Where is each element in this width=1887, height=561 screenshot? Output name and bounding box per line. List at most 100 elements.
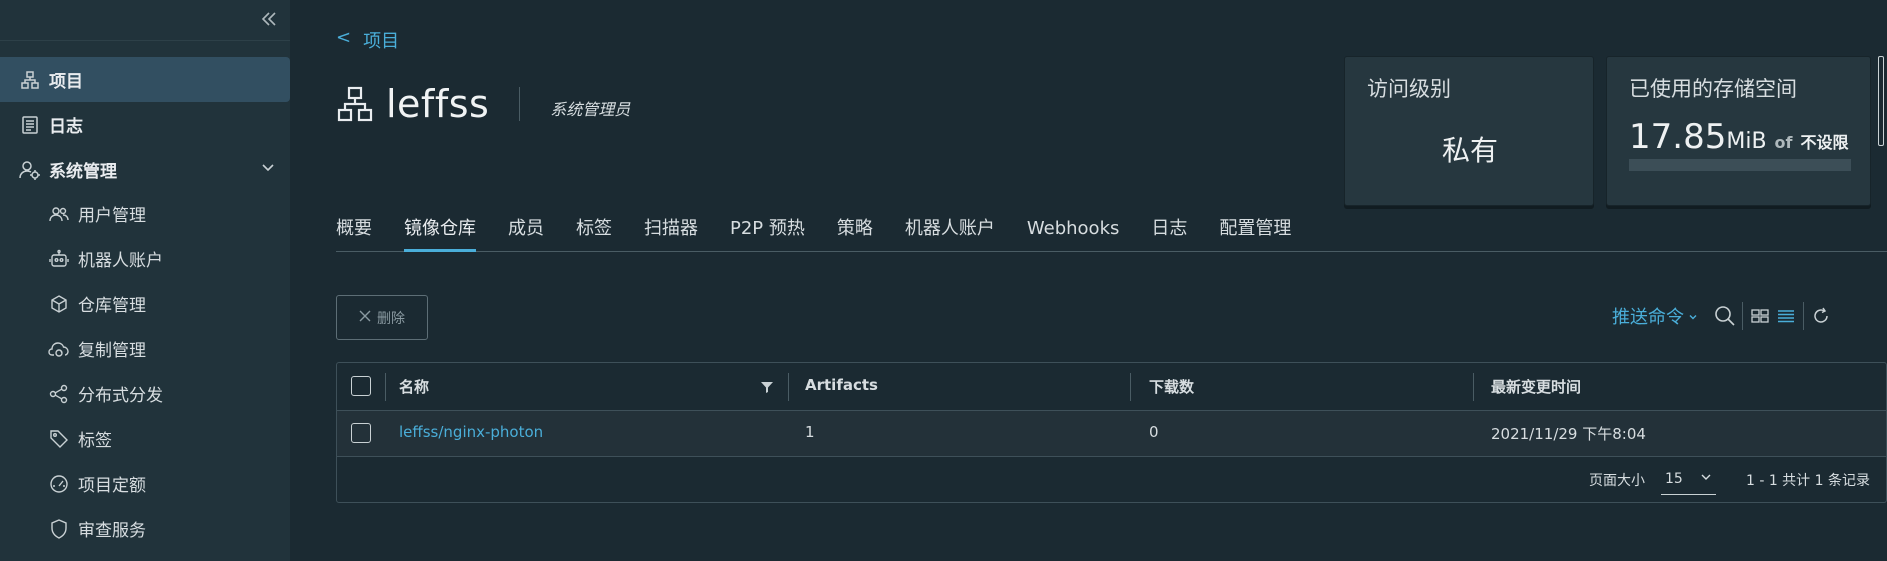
access-level-title: 访问级别 bbox=[1367, 77, 1451, 101]
tab-scanner[interactable]: 扫描器 bbox=[644, 216, 698, 251]
list-view-icon[interactable] bbox=[1773, 303, 1799, 329]
users-icon bbox=[48, 203, 70, 225]
sidebar-item-distributions[interactable]: 分布式分发 bbox=[0, 371, 290, 416]
share-icon bbox=[48, 383, 70, 405]
sidebar-item-logs[interactable]: 日志 bbox=[0, 102, 290, 147]
storage-title: 已使用的存储空间 bbox=[1629, 77, 1797, 101]
sidebar-item-labels[interactable]: 标签 bbox=[0, 416, 290, 461]
sidebar-item-label: 分布式分发 bbox=[78, 386, 163, 406]
sidebar-item-label: 系统管理 bbox=[49, 162, 117, 182]
sidebar-item-registries[interactable]: 仓库管理 bbox=[0, 281, 290, 326]
chevron-down-icon bbox=[1700, 471, 1712, 487]
sidebar-item-label: 标签 bbox=[78, 431, 112, 451]
search-icon[interactable] bbox=[1712, 303, 1738, 329]
breadcrumb[interactable]: < 项目 bbox=[336, 27, 399, 53]
page-title: leffss bbox=[386, 82, 490, 126]
toolbar-divider bbox=[1742, 302, 1743, 330]
shield-icon bbox=[48, 518, 70, 540]
column-divider bbox=[788, 373, 789, 401]
log-icon bbox=[19, 114, 41, 136]
title-divider bbox=[519, 87, 521, 121]
update-time: 2021/11/29 下午8:04 bbox=[1491, 425, 1646, 443]
registry-icon bbox=[48, 293, 70, 315]
tab-webhooks[interactable]: Webhooks bbox=[1027, 216, 1119, 251]
tab-p2p-preheat[interactable]: P2P 预热 bbox=[730, 216, 805, 251]
tab-labels[interactable]: 标签 bbox=[576, 216, 612, 251]
pulls-count: 0 bbox=[1149, 423, 1159, 441]
push-command-dropdown[interactable]: 推送命令 bbox=[1612, 303, 1698, 329]
breadcrumb-projects-link[interactable]: 项目 bbox=[363, 27, 399, 53]
column-header-pulls[interactable]: 下载数 bbox=[1149, 376, 1194, 397]
table-footer: 页面大小 15 1 - 1 共计 1 条记录 bbox=[337, 457, 1886, 502]
tab-robot-accounts[interactable]: 机器人账户 bbox=[905, 216, 995, 251]
sidebar-item-quotas[interactable]: 项目定额 bbox=[0, 461, 290, 506]
tab-policy[interactable]: 策略 bbox=[837, 216, 873, 251]
back-arrow[interactable]: < bbox=[336, 27, 351, 53]
sidebar-item-label: 项目定额 bbox=[78, 476, 146, 496]
table-header: 名称 Artifacts 下载数 最新变更时间 bbox=[337, 363, 1886, 410]
sidebar: 项目 日志 系统管理 用户管理 机器人账户 仓库管理 复制管理 分布式分发 标签… bbox=[0, 0, 290, 561]
robot-icon bbox=[48, 248, 70, 270]
repository-name-link[interactable]: leffss/nginx-photon bbox=[399, 423, 543, 441]
tab-members[interactable]: 成员 bbox=[508, 216, 544, 251]
column-header-name[interactable]: 名称 bbox=[399, 376, 429, 397]
select-all-checkbox[interactable] bbox=[351, 376, 371, 396]
tab-logs[interactable]: 日志 bbox=[1151, 216, 1187, 251]
page-size-label: 页面大小 bbox=[1588, 472, 1645, 489]
sidebar-item-users[interactable]: 用户管理 bbox=[0, 191, 290, 236]
storage-amount: 17.85 bbox=[1629, 117, 1727, 157]
access-level-card: 访问级别 私有 bbox=[1344, 56, 1594, 206]
sidebar-item-label: 项目 bbox=[49, 72, 83, 92]
tab-bar: 概要 镜像仓库 成员 标签 扫描器 P2P 预热 策略 机器人账户 Webhoo… bbox=[336, 216, 1887, 252]
page-size-select[interactable]: 15 bbox=[1660, 465, 1716, 495]
refresh-icon[interactable] bbox=[1808, 303, 1834, 329]
tab-repositories[interactable]: 镜像仓库 bbox=[404, 216, 476, 252]
column-divider bbox=[1473, 373, 1474, 401]
sidebar-item-label: 复制管理 bbox=[78, 341, 146, 361]
tab-summary[interactable]: 概要 bbox=[336, 216, 372, 251]
column-header-artifacts[interactable]: Artifacts bbox=[805, 376, 878, 394]
chevron-down-icon bbox=[1688, 306, 1698, 327]
storage-unit: MiB bbox=[1726, 129, 1767, 154]
admin-icon bbox=[19, 159, 41, 181]
storage-card: 已使用的存储空间 17.85 MiB of 不设限 bbox=[1606, 56, 1871, 206]
sidebar-item-projects[interactable]: 项目 bbox=[0, 57, 290, 102]
column-divider bbox=[385, 373, 386, 401]
filter-icon[interactable] bbox=[761, 379, 773, 397]
chevron-down-icon[interactable] bbox=[260, 159, 276, 180]
close-icon bbox=[359, 310, 371, 326]
project-role: 系统管理员 bbox=[550, 100, 631, 119]
dashboard-icon bbox=[48, 473, 70, 495]
scrollbar[interactable] bbox=[1878, 56, 1884, 146]
page-header: leffss 系统管理员 bbox=[336, 82, 630, 126]
project-icon bbox=[19, 69, 41, 91]
toolbar-divider bbox=[1803, 302, 1804, 330]
cloud-sync-icon bbox=[48, 338, 70, 360]
artifacts-count: 1 bbox=[805, 423, 815, 441]
row-checkbox[interactable] bbox=[351, 423, 371, 443]
access-level-value: 私有 bbox=[1441, 134, 1498, 167]
storage-progress-bar bbox=[1629, 159, 1851, 171]
table-row[interactable]: leffss/nginx-photon 1 0 2021/11/29 下午8:0… bbox=[337, 410, 1886, 457]
delete-button[interactable]: 删除 bbox=[336, 295, 428, 340]
card-view-icon[interactable] bbox=[1747, 303, 1773, 329]
sidebar-item-admin[interactable]: 系统管理 bbox=[0, 147, 290, 192]
tab-configuration[interactable]: 配置管理 bbox=[1219, 216, 1291, 251]
sidebar-item-label: 机器人账户 bbox=[78, 251, 163, 271]
delete-button-label: 删除 bbox=[377, 310, 405, 327]
push-command-label: 推送命令 bbox=[1612, 307, 1684, 328]
repositories-table: 名称 Artifacts 下载数 最新变更时间 leffss/nginx-pho… bbox=[336, 362, 1887, 503]
collapse-sidebar-icon[interactable] bbox=[258, 8, 280, 30]
page-size-value: 15 bbox=[1664, 471, 1683, 487]
tag-icon bbox=[48, 428, 70, 450]
storage-of: of bbox=[1774, 133, 1793, 152]
project-icon bbox=[336, 85, 374, 123]
storage-usage: 17.85 MiB of 不设限 bbox=[1629, 117, 1849, 157]
grid-toolbar: 推送命令 bbox=[1612, 300, 1834, 332]
sidebar-item-replications[interactable]: 复制管理 bbox=[0, 326, 290, 371]
sidebar-item-interrogation-services[interactable]: 审查服务 bbox=[0, 506, 290, 551]
column-divider bbox=[1130, 373, 1131, 401]
sidebar-item-robot-accounts[interactable]: 机器人账户 bbox=[0, 236, 290, 281]
column-header-updated[interactable]: 最新变更时间 bbox=[1491, 376, 1581, 397]
sidebar-item-label: 用户管理 bbox=[78, 206, 146, 226]
